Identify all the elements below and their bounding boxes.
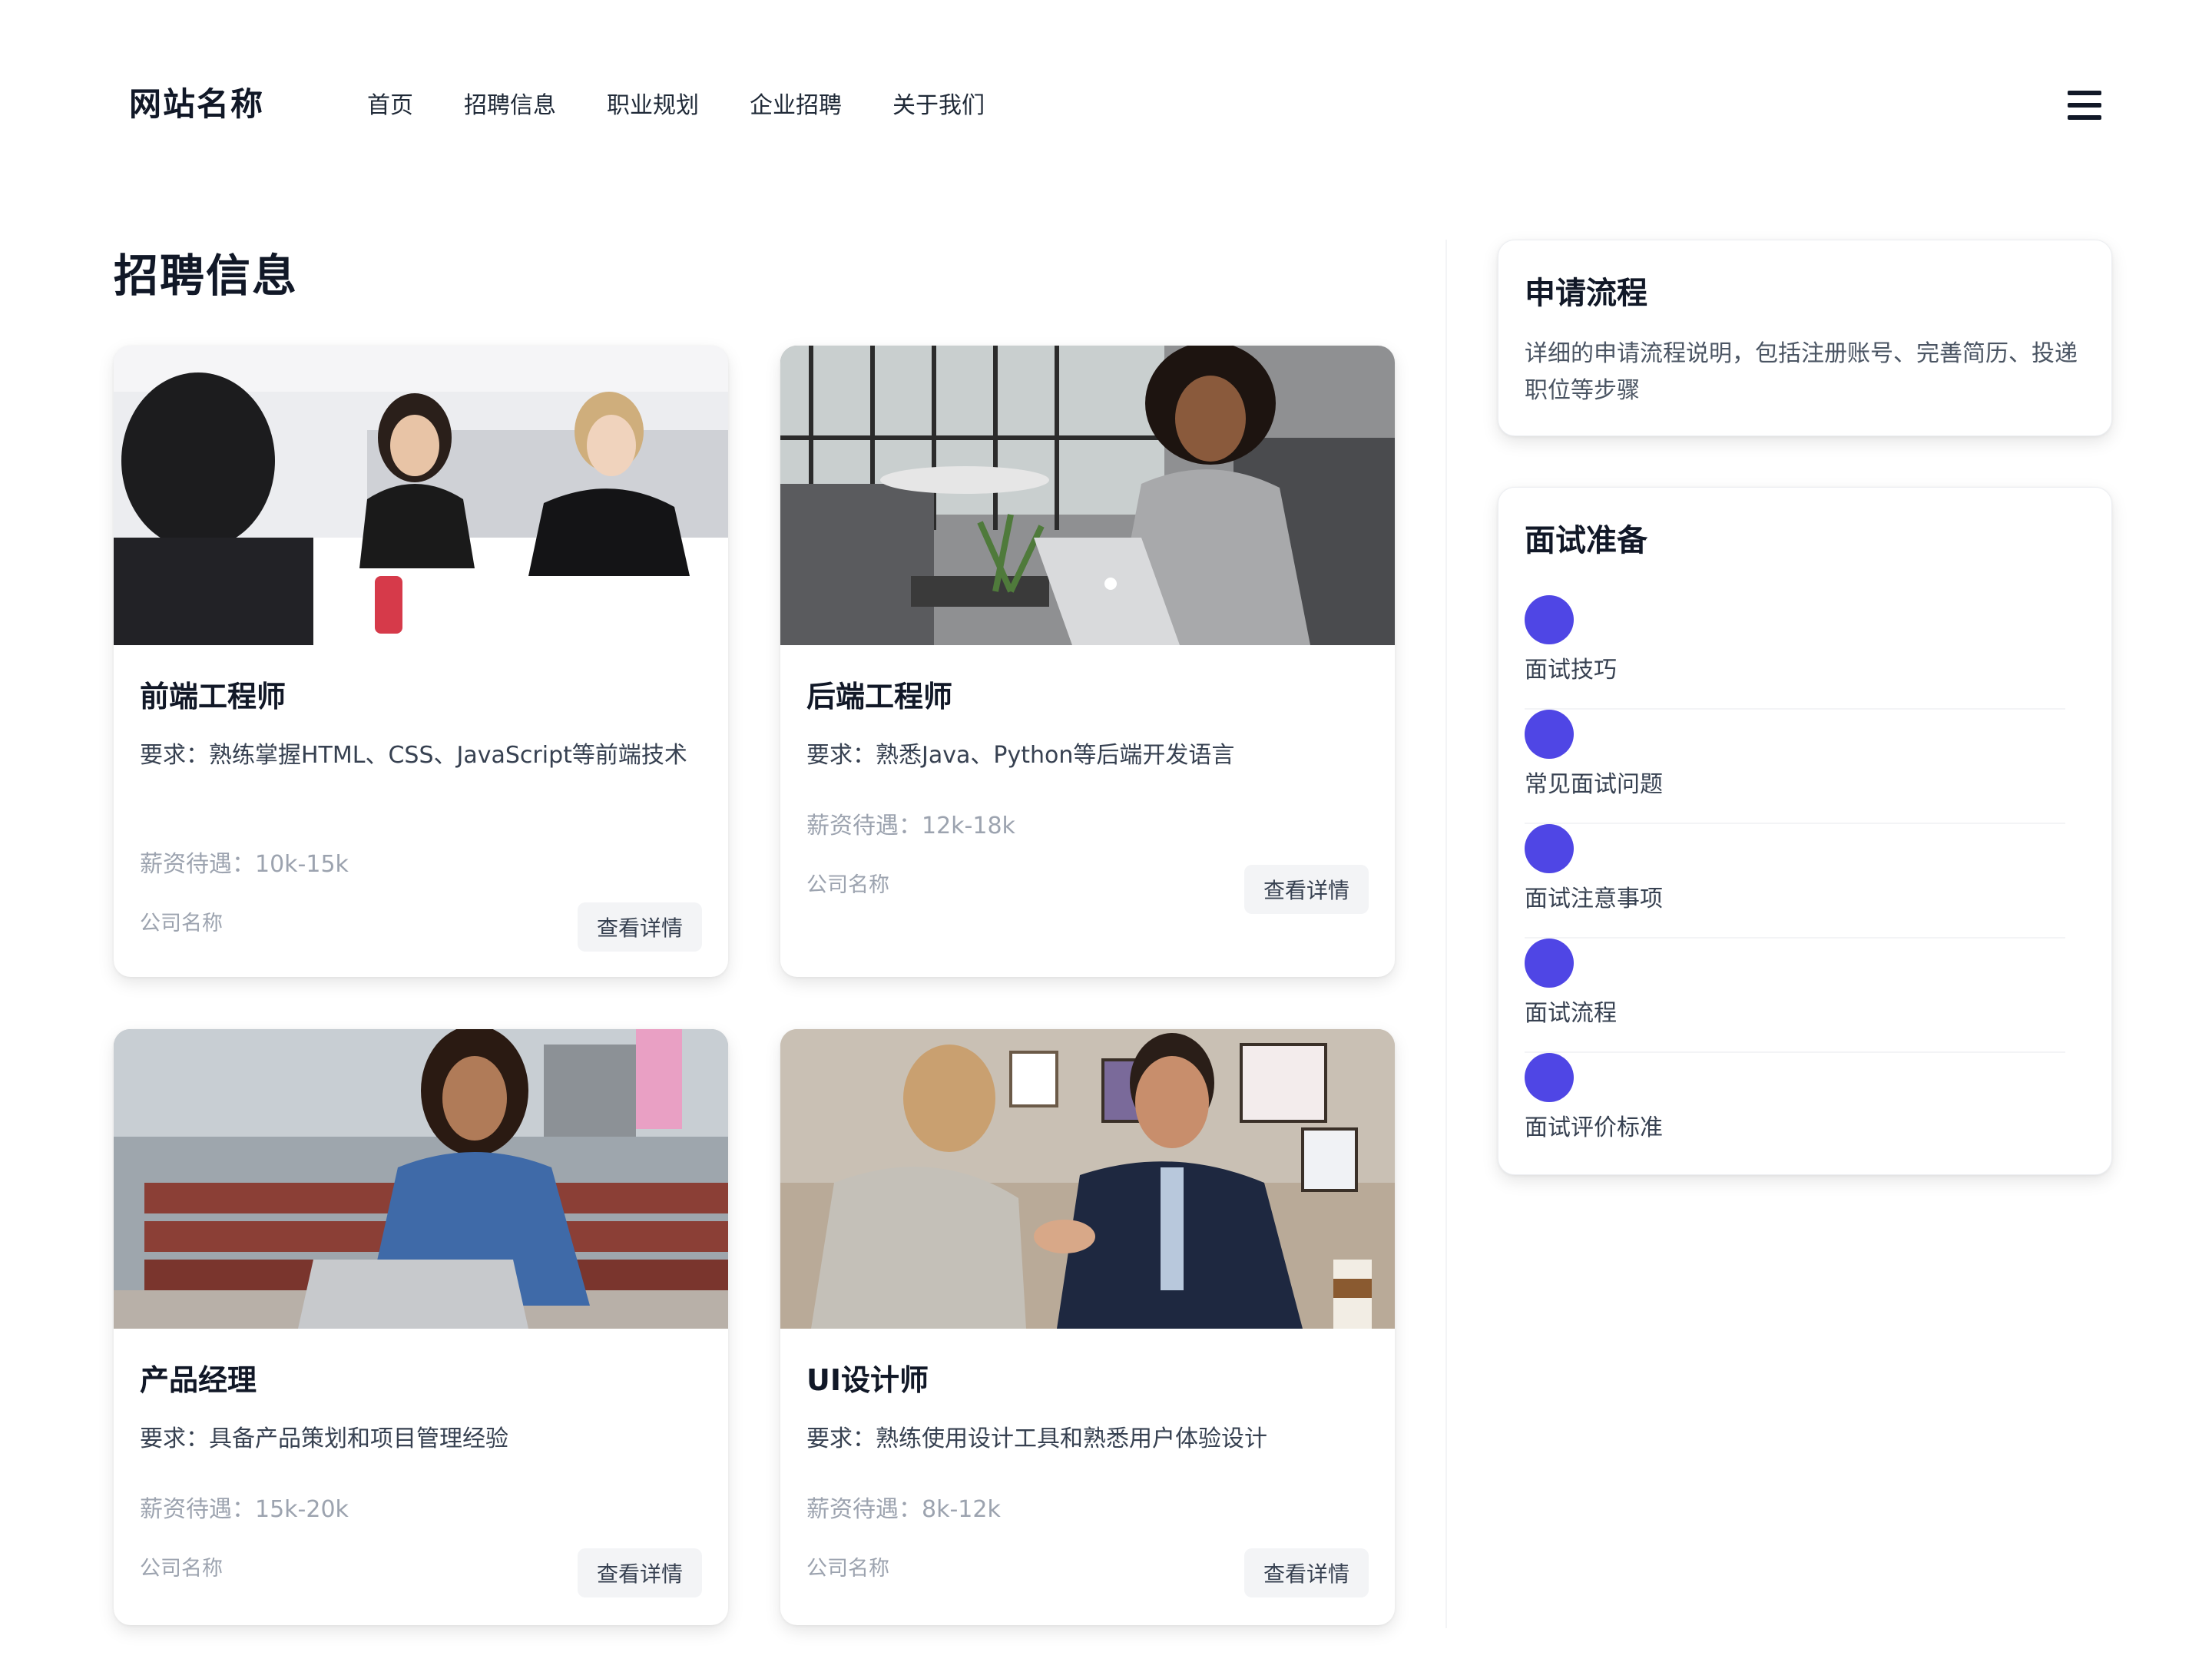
woman-phone-image — [114, 1029, 728, 1329]
prep-item[interactable]: 面试技巧 — [1525, 595, 2065, 710]
circle-icon — [1525, 710, 1574, 759]
nav-career[interactable]: 职业规划 — [607, 86, 699, 120]
nav-enterprise[interactable]: 企业招聘 — [750, 86, 842, 120]
prep-item[interactable]: 常见面试问题 — [1525, 710, 2065, 824]
page-title: 招聘信息 — [114, 250, 299, 302]
card-description: 详细的申请流程说明，包括注册账号、完善简历、投递职位等步骤 — [1525, 340, 2078, 404]
job-requirement: 要求：熟悉Java、Python等后端开发语言 — [806, 742, 1235, 769]
main-nav: 首页 招聘信息 职业规划 企业招聘 关于我们 — [367, 86, 1035, 120]
column-divider — [1445, 240, 1447, 1628]
job-card: 前端工程师 要求：熟练掌握HTML、CSS、JavaScript等前端技术 薪资… — [114, 346, 728, 977]
site-logo[interactable]: 网站名称 — [129, 78, 264, 125]
circle-icon — [1525, 824, 1574, 873]
view-details-button[interactable]: 查看详情 — [1244, 865, 1369, 914]
job-salary: 薪资待遇：8k-12k — [806, 1496, 1001, 1523]
prep-item[interactable]: 面试流程 — [1525, 939, 2065, 1053]
prep-item-label[interactable]: 面试注意事项 — [1525, 879, 1663, 913]
circle-icon — [1525, 595, 1574, 644]
card-title: 面试准备 — [1525, 523, 1647, 558]
job-photo-handshake — [780, 1029, 1395, 1329]
card-title: 申请流程 — [1525, 276, 1647, 311]
prep-item-label[interactable]: 面试流程 — [1525, 994, 1617, 1028]
nav-jobs[interactable]: 招聘信息 — [464, 86, 556, 120]
prep-item-label[interactable]: 面试技巧 — [1525, 651, 1617, 684]
view-details-button[interactable]: 查看详情 — [1244, 1548, 1369, 1597]
office-meeting-image — [114, 346, 728, 645]
job-card: UI设计师 要求：熟练使用设计工具和熟悉用户体验设计 薪资待遇：8k-12k 公… — [780, 1029, 1395, 1625]
job-photo-office-meeting — [114, 346, 728, 645]
woman-laptop-image — [780, 346, 1395, 645]
prep-item[interactable]: 面试评价标准 — [1525, 1053, 2065, 1167]
job-company: 公司名称 — [806, 873, 889, 897]
view-details-button[interactable]: 查看详情 — [578, 1548, 702, 1597]
application-process-card: 申请流程 详细的申请流程说明，包括注册账号、完善简历、投递职位等步骤 — [1498, 240, 2112, 436]
job-title: 前端工程师 — [140, 680, 286, 713]
job-card: 产品经理 要求：具备产品策划和项目管理经验 薪资待遇：15k-20k 公司名称 … — [114, 1029, 728, 1625]
job-salary: 薪资待遇：10k-15k — [140, 851, 349, 878]
prep-item-label[interactable]: 面试评价标准 — [1525, 1108, 1663, 1142]
interview-prep-card: 面试准备 面试技巧 常见面试问题 面试注意事项 面试流程 面试评价标准 — [1498, 487, 2112, 1175]
handshake-image — [780, 1029, 1395, 1329]
job-salary: 薪资待遇：15k-20k — [140, 1496, 349, 1523]
job-title: 后端工程师 — [806, 680, 953, 713]
view-details-button[interactable]: 查看详情 — [578, 902, 702, 952]
job-requirement: 要求：熟练使用设计工具和熟悉用户体验设计 — [806, 1425, 1267, 1452]
job-title: UI设计师 — [806, 1363, 929, 1397]
prep-item-label[interactable]: 常见面试问题 — [1525, 765, 1663, 799]
nav-about[interactable]: 关于我们 — [892, 86, 985, 120]
job-photo-woman-phone-bench — [114, 1029, 728, 1329]
job-company: 公司名称 — [140, 1557, 223, 1581]
job-photo-woman-laptop-lounge — [780, 346, 1395, 645]
job-company: 公司名称 — [806, 1557, 889, 1581]
hamburger-menu-icon[interactable] — [2068, 91, 2101, 120]
circle-icon — [1525, 1053, 1574, 1102]
job-requirement: 要求：具备产品策划和项目管理经验 — [140, 1425, 508, 1452]
job-title: 产品经理 — [140, 1363, 257, 1397]
job-card: 后端工程师 要求：熟悉Java、Python等后端开发语言 薪资待遇：12k-1… — [780, 346, 1395, 977]
job-company: 公司名称 — [140, 912, 223, 935]
job-requirement: 要求：熟练掌握HTML、CSS、JavaScript等前端技术 — [140, 742, 687, 769]
circle-icon — [1525, 939, 1574, 988]
nav-home[interactable]: 首页 — [367, 86, 413, 120]
job-salary: 薪资待遇：12k-18k — [806, 813, 1015, 839]
site-header: 网站名称 首页 招聘信息 职业规划 企业招聘 关于我们 — [0, 0, 2212, 177]
prep-item[interactable]: 面试注意事项 — [1525, 824, 2065, 939]
